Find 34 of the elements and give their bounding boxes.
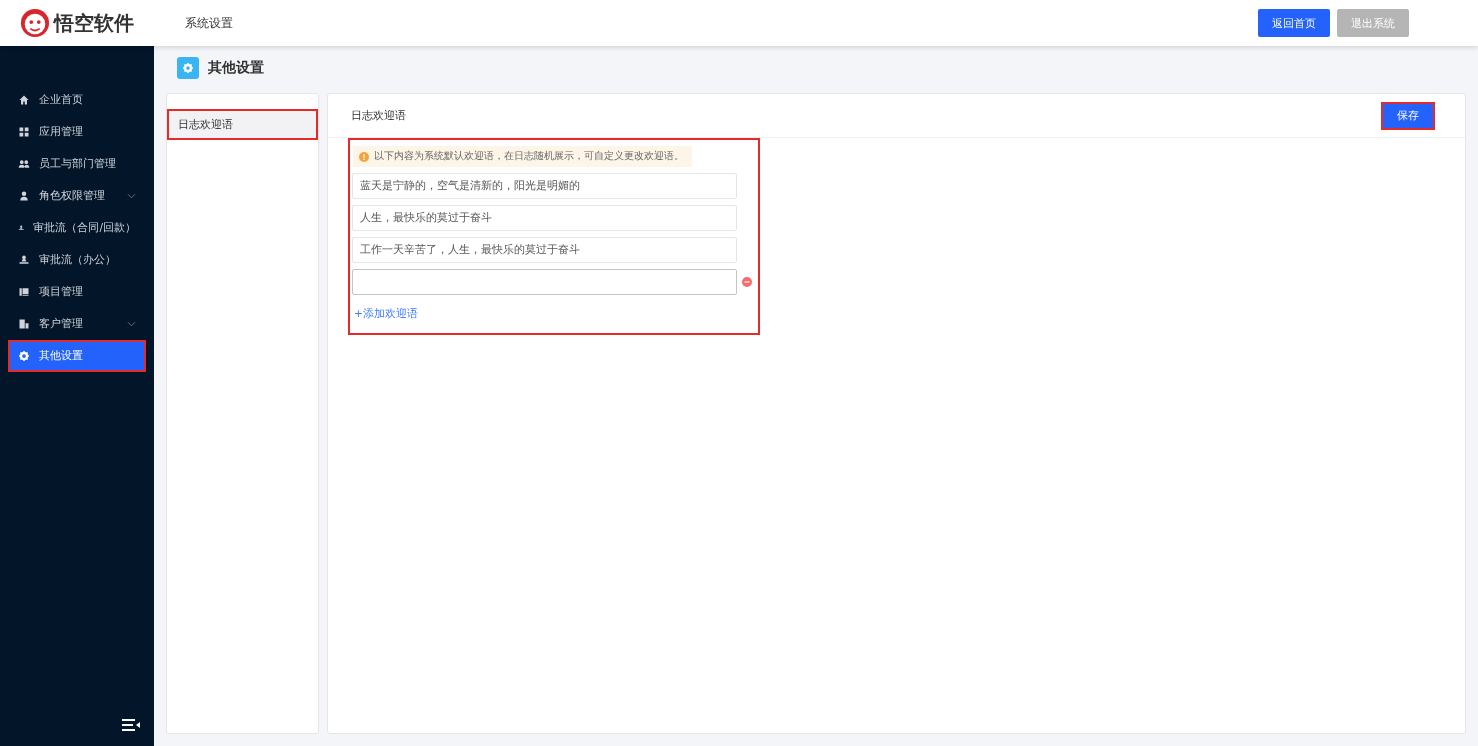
greeting-input[interactable]: 人生，最快乐的莫过于奋斗 — [352, 205, 737, 231]
greeting-input[interactable]: 工作一天辛苦了，人生，最快乐的莫过于奋斗 — [352, 237, 737, 263]
sidebar-item[interactable]: 企业首页 — [10, 86, 144, 114]
grid-icon — [18, 126, 30, 138]
remove-icon[interactable] — [742, 277, 752, 287]
users-icon — [18, 158, 30, 170]
save-button[interactable]: 保存 — [1381, 101, 1435, 130]
building-icon — [18, 318, 30, 330]
greeting-input[interactable] — [352, 269, 737, 295]
panel-title: 日志欢迎语 — [351, 108, 406, 123]
warning-icon — [359, 151, 369, 162]
gear-icon — [18, 350, 30, 362]
add-greeting-link[interactable]: +添加欢迎语 — [354, 307, 758, 321]
collapse-menu-icon[interactable] — [122, 719, 140, 731]
board-icon — [18, 286, 30, 298]
page-title: 其他设置 — [208, 59, 264, 77]
sidebar-item[interactable]: 员工与部门管理 — [10, 150, 144, 178]
home-icon — [18, 94, 30, 106]
sidebar-item[interactable]: 审批流（办公） — [10, 246, 144, 274]
sidebar-item[interactable]: 角色权限管理 — [10, 182, 144, 210]
submenu-item[interactable]: 日志欢迎语 — [167, 109, 318, 140]
brand-name: 悟空软件 — [54, 9, 134, 37]
sidebar-item[interactable]: 其他设置 — [10, 342, 144, 370]
sidebar-item[interactable]: 客户管理 — [10, 310, 144, 338]
greeting-input[interactable]: 蓝天是宁静的，空气是清新的，阳光是明媚的 — [352, 173, 737, 199]
home-button[interactable]: 返回首页 — [1258, 9, 1330, 37]
stamp-icon — [18, 254, 30, 266]
notice-text: 以下内容为系统默认欢迎语，在日志随机展示，可自定义更改欢迎语。 — [374, 150, 684, 163]
sidebar-item[interactable]: 项目管理 — [10, 278, 144, 306]
sidebar-item[interactable]: 审批流（合同/回款） — [10, 214, 144, 242]
sidebar-item[interactable]: 应用管理 — [10, 118, 144, 146]
section-title: 系统设置 — [185, 14, 233, 32]
settings-icon — [177, 57, 199, 79]
user-icon — [18, 190, 30, 202]
